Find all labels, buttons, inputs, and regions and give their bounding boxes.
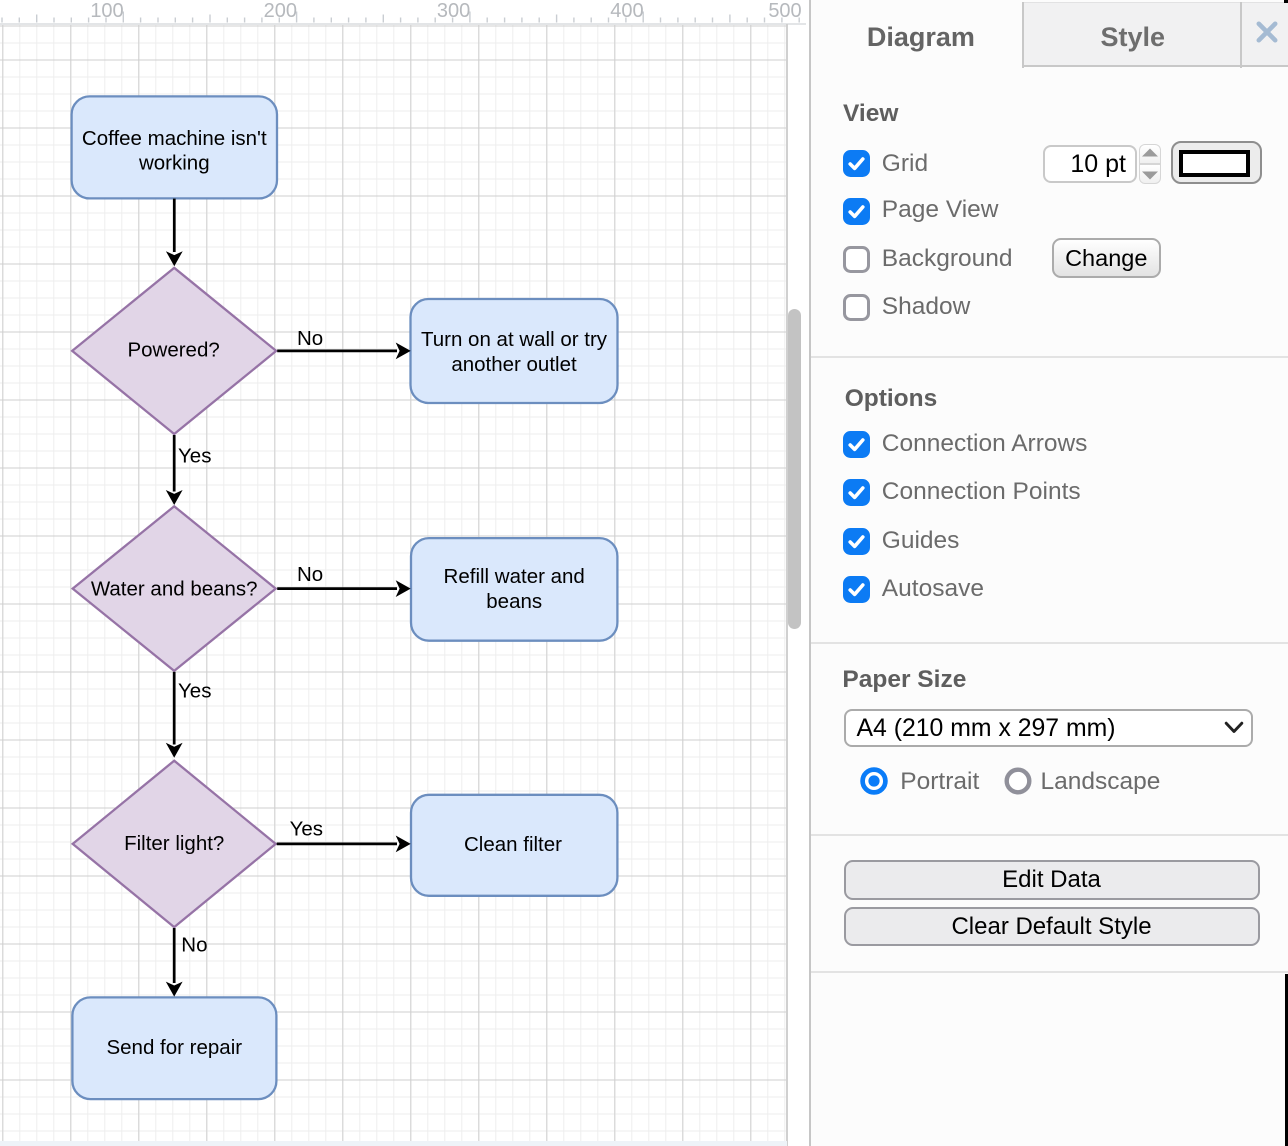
svg-text:Yes: Yes xyxy=(178,680,211,703)
svg-text:Clean filter: Clean filter xyxy=(464,833,562,856)
svg-text:Powered?: Powered? xyxy=(127,338,219,361)
svg-text:working: working xyxy=(138,151,210,174)
svg-text:Refill water and: Refill water and xyxy=(444,565,585,588)
svg-text:another outlet: another outlet xyxy=(451,353,577,376)
svg-text:Coffee machine isn't: Coffee machine isn't xyxy=(82,127,267,150)
svg-text:No: No xyxy=(297,563,323,586)
svg-text:No: No xyxy=(297,327,323,350)
svg-text:Yes: Yes xyxy=(290,817,323,840)
svg-text:Turn on at wall or try: Turn on at wall or try xyxy=(421,328,608,351)
svg-text:No: No xyxy=(181,934,207,957)
svg-text:Send for repair: Send for repair xyxy=(106,1036,242,1059)
svg-text:Yes: Yes xyxy=(178,444,211,467)
svg-text:Water and beans?: Water and beans? xyxy=(91,578,258,601)
svg-text:beans: beans xyxy=(486,590,542,613)
svg-text:Filter light?: Filter light? xyxy=(124,832,224,855)
